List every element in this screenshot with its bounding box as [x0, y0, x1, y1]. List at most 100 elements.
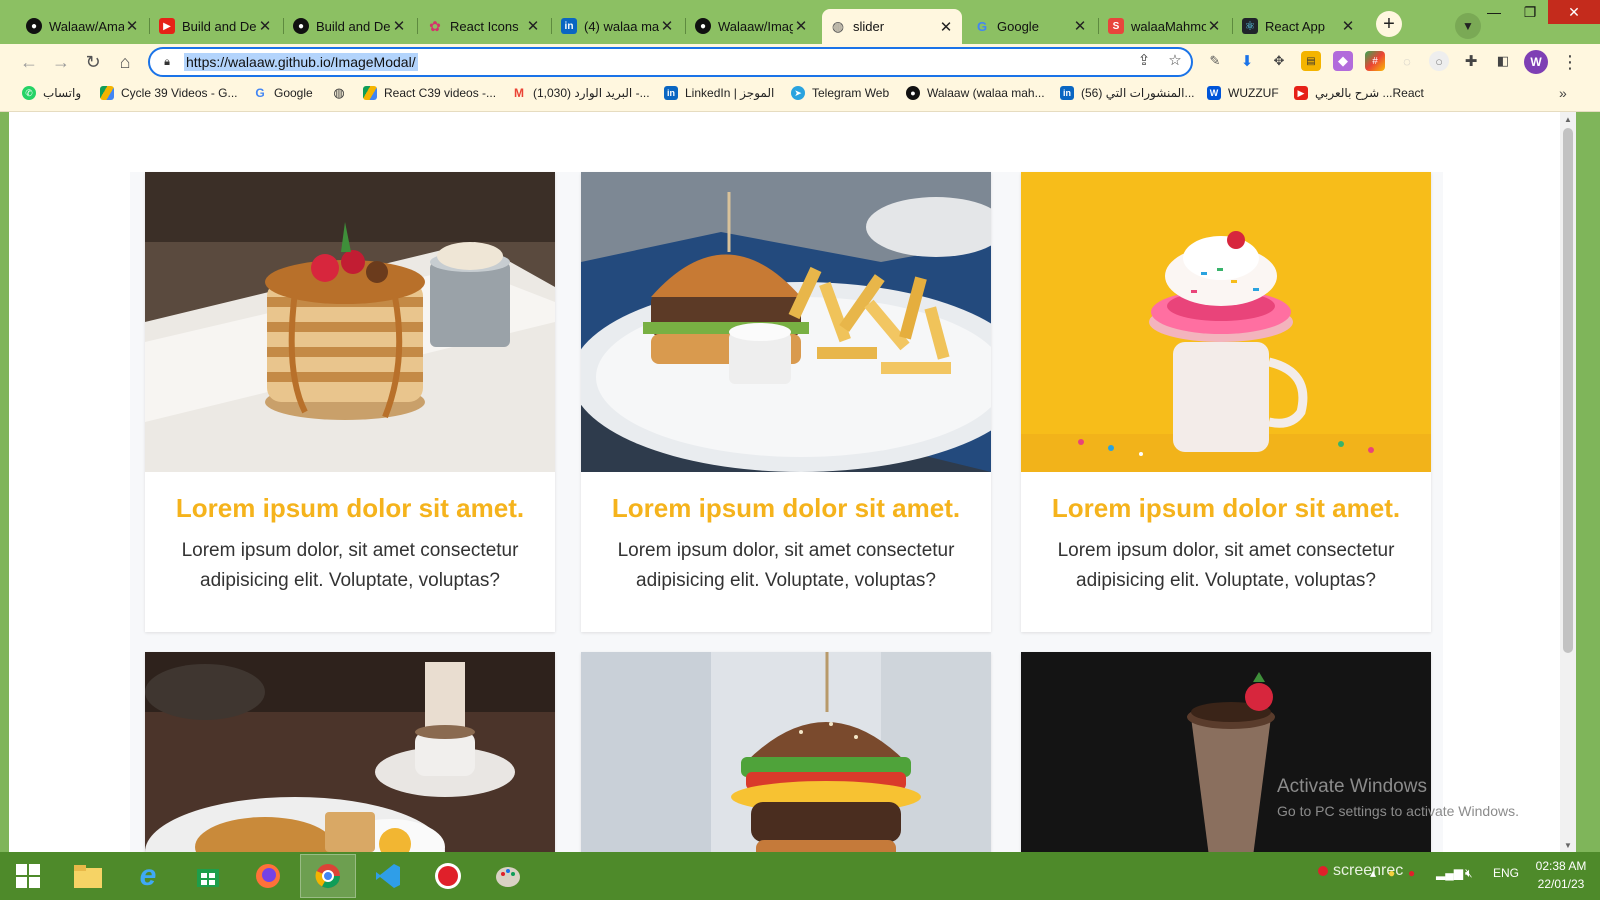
watermark-subtitle: Go to PC settings to activate Windows.: [1277, 803, 1519, 819]
star-icon[interactable]: ☆: [1165, 50, 1185, 70]
minimize-button[interactable]: —: [1479, 0, 1509, 24]
egg-burger-photo[interactable]: [581, 652, 991, 852]
profile-avatar[interactable]: W: [1524, 50, 1548, 74]
chevron-up-icon[interactable]: ▴: [1370, 866, 1376, 880]
forward-button[interactable]: →: [48, 49, 74, 75]
bookmark-label: Telegram Web: [812, 86, 890, 100]
eyedropper-icon[interactable]: ✎: [1205, 51, 1225, 71]
pancakes-photo[interactable]: [145, 172, 555, 472]
paint-button[interactable]: [480, 854, 536, 898]
store-button[interactable]: [180, 854, 236, 898]
file-explorer-button[interactable]: [60, 854, 116, 898]
gallery-card[interactable]: [1021, 652, 1431, 852]
tab-7[interactable]: G Google ✕: [966, 11, 1096, 41]
extension-paint-icon[interactable]: ◆: [1333, 51, 1353, 71]
breakfast-photo[interactable]: [145, 652, 555, 852]
chocolate-shake-photo[interactable]: [1021, 652, 1431, 852]
scroll-up-icon[interactable]: ▲: [1560, 112, 1576, 126]
tab-6-active[interactable]: ◍ slider ✕: [822, 9, 962, 44]
screen-recorder-button[interactable]: [420, 854, 476, 898]
tab-9[interactable]: ⚛ React App ✕: [1234, 11, 1364, 41]
extension-colorful-icon[interactable]: #: [1365, 51, 1385, 71]
tab-2[interactable]: ● Build and De ✕: [285, 11, 415, 41]
gallery-card[interactable]: [145, 652, 555, 852]
bookmark-9[interactable]: in (56) المنشورات التي...: [1060, 86, 1195, 100]
close-icon[interactable]: ✕: [1340, 17, 1356, 35]
back-button[interactable]: ←: [16, 49, 42, 75]
firefox-button[interactable]: [240, 854, 296, 898]
language-indicator[interactable]: ENG: [1493, 866, 1519, 880]
address-bar[interactable]: 🔒︎ https://walaaw.github.io/ImageModal/: [148, 47, 1193, 77]
internet-explorer-button[interactable]: e: [120, 854, 176, 898]
more-menu-icon[interactable]: ⋮: [1560, 50, 1580, 74]
reload-button[interactable]: ↻: [80, 49, 106, 75]
bookmark-2[interactable]: G Google: [253, 86, 312, 100]
close-window-button[interactable]: ✕: [1548, 0, 1600, 24]
bookmark-4[interactable]: React C39 videos -...: [363, 86, 496, 100]
close-icon[interactable]: ✕: [391, 17, 407, 35]
extension-circle-icon[interactable]: ◌: [1397, 51, 1417, 71]
share-icon[interactable]: ⇪: [1134, 50, 1154, 70]
tab-5[interactable]: ● Walaaw/Imag ✕: [687, 11, 817, 41]
puzzle-icon[interactable]: ✚: [1461, 51, 1481, 71]
bookmark-6[interactable]: in LinkedIn | الموجز: [664, 86, 774, 100]
home-button[interactable]: ⌂: [112, 49, 138, 75]
scrollbar-thumb[interactable]: [1563, 128, 1573, 653]
tab-1[interactable]: ▶ Build and De ✕: [151, 11, 281, 41]
gallery-card[interactable]: Lorem ipsum dolor sit amet. Lorem ipsum …: [145, 172, 555, 632]
maximize-button[interactable]: ❐: [1515, 0, 1545, 24]
youtube-icon: ▶: [159, 18, 175, 34]
bookmark-3[interactable]: ◍: [332, 85, 353, 100]
gallery-card[interactable]: Lorem ipsum dolor sit amet. Lorem ipsum …: [581, 172, 991, 632]
bookmark-10[interactable]: W WUZZUF: [1207, 86, 1279, 100]
start-button[interactable]: [0, 854, 56, 898]
close-icon[interactable]: ✕: [1206, 17, 1222, 35]
gallery-card[interactable]: [581, 652, 991, 852]
close-icon[interactable]: ✕: [938, 18, 954, 36]
close-icon: ✕: [1568, 3, 1580, 20]
close-icon[interactable]: ✕: [659, 17, 675, 35]
network-status-icon[interactable]: ●: [1388, 866, 1395, 880]
bookmark-1[interactable]: Cycle 39 Videos - G...: [100, 86, 238, 100]
home-icon: ⌂: [119, 51, 131, 72]
tab-4[interactable]: in (4) walaa ma ✕: [553, 11, 683, 41]
close-icon[interactable]: ✕: [525, 17, 541, 35]
bookmark-0[interactable]: ✆ واتساب: [22, 86, 81, 100]
tab-search-button[interactable]: ▼: [1455, 13, 1481, 39]
new-tab-button[interactable]: +: [1376, 11, 1402, 37]
close-icon[interactable]: ✕: [257, 17, 273, 35]
bookmark-label: شرح بالعربي ...React: [1315, 86, 1424, 100]
bookmark-7[interactable]: ➤ Telegram Web: [791, 86, 889, 100]
side-panel-icon[interactable]: ◧: [1493, 51, 1513, 71]
alert-icon[interactable]: ●: [1408, 866, 1415, 880]
extension-card-icon[interactable]: ▤: [1301, 51, 1321, 71]
signal-icon[interactable]: ▂▄▆: [1436, 866, 1463, 880]
chrome-button[interactable]: [300, 854, 356, 898]
bookmark-11[interactable]: ▶ شرح بالعربي ...React: [1294, 86, 1424, 100]
milkshake-donut-photo[interactable]: [1021, 172, 1431, 472]
volume-icon[interactable]: 🔇︎: [1465, 866, 1473, 881]
lock-icon: 🔒︎: [164, 55, 170, 68]
bookmark-8[interactable]: ● Walaaw (walaa mah...: [906, 86, 1045, 100]
bookmark-5[interactable]: M البريد الوارد (1,030) -...: [512, 86, 650, 100]
scroll-down-icon[interactable]: ▼: [1560, 838, 1576, 852]
system-clock[interactable]: 02:38 AM 22/01/23: [1526, 857, 1596, 893]
chevron-right-double-icon[interactable]: »: [1559, 85, 1567, 101]
close-icon[interactable]: ✕: [124, 17, 140, 35]
close-icon[interactable]: ✕: [1072, 17, 1088, 35]
burger-fries-photo[interactable]: [581, 172, 991, 472]
bookmark-label: Walaaw (walaa mah...: [927, 86, 1045, 100]
gallery-card[interactable]: Lorem ipsum dolor sit amet. Lorem ipsum …: [1021, 172, 1431, 632]
extension-move-icon[interactable]: ✥: [1269, 51, 1289, 71]
vscode-button[interactable]: [360, 854, 416, 898]
tab-3[interactable]: ✿ React Icons ✕: [419, 11, 549, 41]
download-icon[interactable]: ⬇: [1237, 51, 1257, 71]
url-text[interactable]: https://walaaw.github.io/ImageModal/: [184, 53, 418, 71]
tab-label: Google: [997, 18, 1039, 34]
extension-avatar-icon[interactable]: ○: [1429, 51, 1449, 71]
tab-8[interactable]: S walaaMahmo ✕: [1100, 11, 1230, 41]
page-scrollbar[interactable]: ▲ ▼: [1560, 112, 1576, 852]
close-icon[interactable]: ✕: [793, 17, 809, 35]
github-icon: ●: [695, 18, 711, 34]
tab-0[interactable]: ● Walaaw/Ama ✕: [18, 11, 148, 41]
